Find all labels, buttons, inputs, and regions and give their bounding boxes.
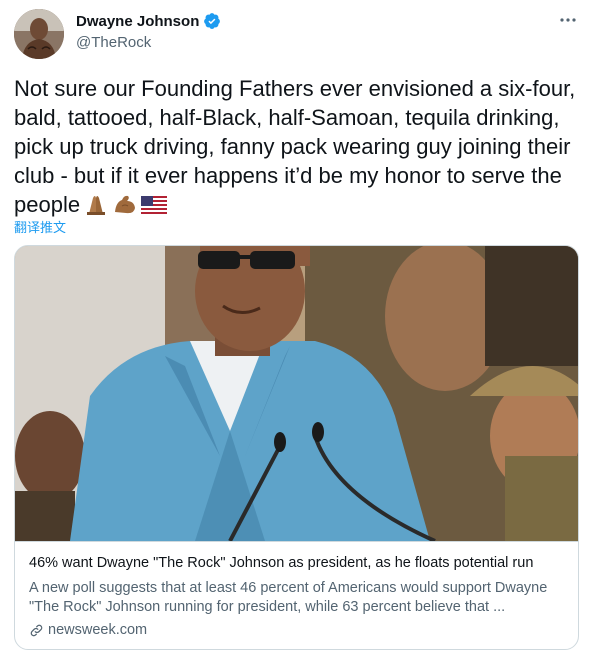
- folded-hands-icon: [83, 192, 109, 223]
- us-flag-icon: [141, 194, 168, 223]
- card-description: A new poll suggests that at least 46 per…: [29, 580, 548, 615]
- author-name-row[interactable]: Dwayne Johnson: [76, 12, 221, 30]
- card-title[interactable]: 46% want Dwayne "The Rock" Johnson as pr…: [29, 555, 533, 571]
- more-options-icon[interactable]: [557, 10, 579, 30]
- user-handle[interactable]: @TheRock: [76, 34, 151, 51]
- tweet-text: Not sure our Founding Fathers ever envis…: [14, 74, 584, 223]
- avatar[interactable]: [14, 9, 64, 59]
- card-domain: newsweek.com: [48, 622, 148, 638]
- card-divider: [15, 541, 578, 542]
- card-image: [15, 246, 578, 541]
- verified-badge-icon: [204, 13, 221, 29]
- avatar-image: [14, 9, 64, 59]
- flexed-biceps-icon: [112, 192, 138, 223]
- link-card[interactable]: 46% want Dwayne "The Rock" Johnson as pr…: [14, 245, 579, 650]
- card-domain-row[interactable]: newsweek.com: [29, 622, 147, 638]
- display-name[interactable]: Dwayne Johnson: [76, 13, 199, 30]
- link-icon: [30, 624, 43, 636]
- translate-tweet-link[interactable]: 翻译推文: [14, 217, 66, 236]
